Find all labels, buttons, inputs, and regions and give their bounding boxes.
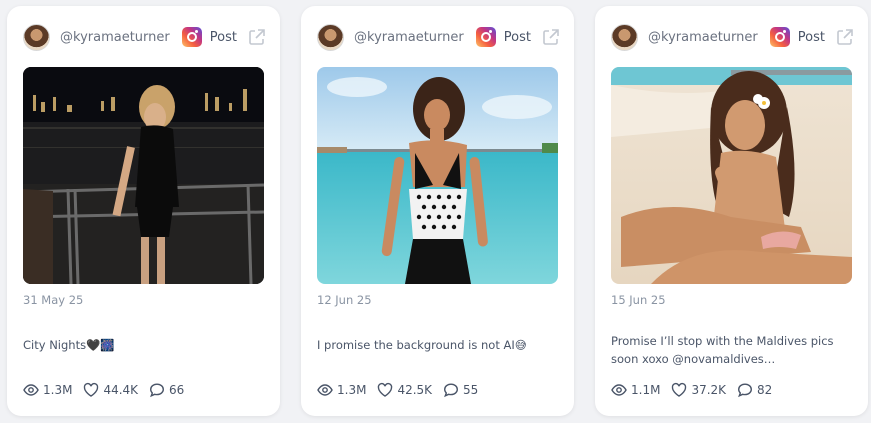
comment-icon xyxy=(738,383,753,398)
comments-count: 66 xyxy=(169,383,185,397)
post-image[interactable] xyxy=(317,67,558,284)
post-header: @kyramaeturner Post xyxy=(611,23,854,51)
post-stats: 1.3M 44.4K 66 xyxy=(23,381,195,399)
post-card[interactable]: @kyramaeturner Post xyxy=(7,6,280,416)
comment-icon xyxy=(150,383,165,398)
views-stat: 1.3M xyxy=(317,382,366,398)
username[interactable]: @kyramaeturner xyxy=(354,30,476,45)
post-type-label: Post xyxy=(209,29,237,45)
comments-stat: 66 xyxy=(149,382,184,398)
post-image[interactable] xyxy=(611,67,852,284)
post-card[interactable]: @kyramaeturner Post xyxy=(595,6,868,416)
comments-count: 55 xyxy=(463,383,479,397)
username[interactable]: @kyramaeturner xyxy=(648,30,770,45)
username[interactable]: @kyramaeturner xyxy=(60,30,182,45)
views-stat: 1.1M xyxy=(611,382,660,398)
likes-count: 44.4K xyxy=(103,383,139,397)
likes-stat: 37.2K xyxy=(671,382,726,398)
views-count: 1.3M xyxy=(43,383,73,397)
post-type-label: Post xyxy=(797,29,825,45)
views-count: 1.3M xyxy=(337,383,367,397)
views-count: 1.1M xyxy=(631,383,661,397)
eye-icon xyxy=(317,384,333,396)
post-grid: @kyramaeturner Post 31 May 25 City Night… xyxy=(0,0,871,423)
avatar[interactable] xyxy=(611,23,638,51)
post-image[interactable] xyxy=(23,67,264,284)
post-caption: I promise the background is not AI😅 xyxy=(317,338,527,352)
post-caption: Promise I’ll stop with the Maldives pics… xyxy=(611,334,834,366)
likes-stat: 42.5K xyxy=(377,382,432,398)
likes-count: 42.5K xyxy=(397,383,433,397)
eye-icon xyxy=(611,384,627,396)
external-link-icon[interactable] xyxy=(248,28,266,46)
avatar[interactable] xyxy=(23,23,50,51)
comments-stat: 55 xyxy=(443,382,478,398)
external-link-icon[interactable] xyxy=(836,28,854,46)
heart-icon xyxy=(378,382,393,397)
external-link-icon[interactable] xyxy=(542,28,560,46)
heart-icon xyxy=(84,382,99,397)
post-date: 31 May 25 xyxy=(23,293,84,307)
instagram-icon xyxy=(181,27,202,47)
heart-icon xyxy=(672,382,687,397)
post-stats: 1.1M 37.2K 82 xyxy=(611,381,783,399)
views-stat: 1.3M xyxy=(23,382,72,398)
avatar[interactable] xyxy=(317,23,344,51)
post-stats: 1.3M 42.5K 55 xyxy=(317,381,489,399)
post-header: @kyramaeturner Post xyxy=(317,23,560,51)
likes-count: 37.2K xyxy=(691,383,727,397)
comments-stat: 82 xyxy=(737,382,772,398)
post-header: @kyramaeturner Post xyxy=(23,23,266,51)
instagram-icon xyxy=(475,27,496,47)
comment-icon xyxy=(444,383,459,398)
likes-stat: 44.4K xyxy=(83,382,138,398)
comments-count: 82 xyxy=(757,383,773,397)
post-date: 12 Jun 25 xyxy=(317,293,372,307)
post-type-label: Post xyxy=(503,29,531,45)
post-card[interactable]: @kyramaeturner Post xyxy=(301,6,574,416)
instagram-icon xyxy=(769,27,790,47)
post-caption: City Nights🖤🎆 xyxy=(23,338,115,352)
post-date: 15 Jun 25 xyxy=(611,293,666,307)
eye-icon xyxy=(23,384,39,396)
